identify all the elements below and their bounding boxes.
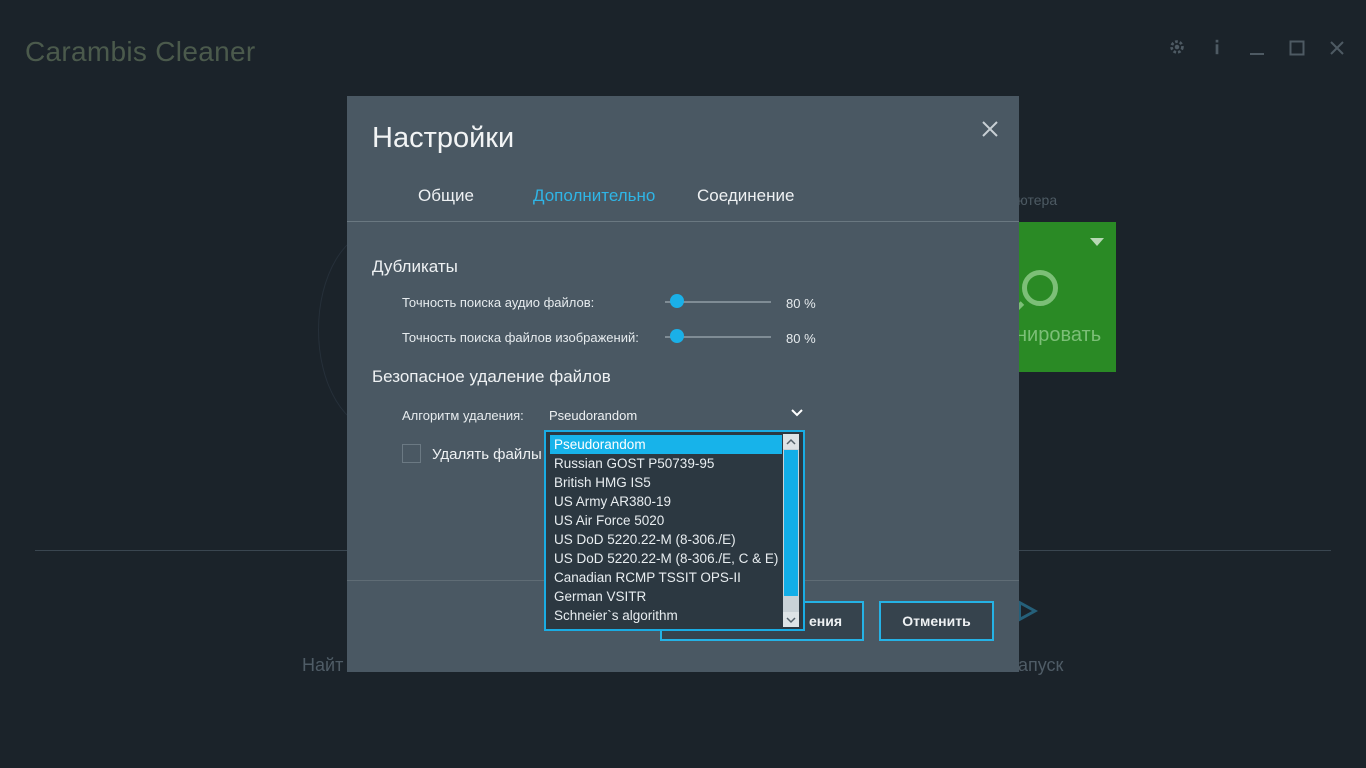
cancel-button-label: Отменить [902, 613, 971, 629]
close-icon[interactable] [981, 114, 999, 145]
delete-files-checkbox[interactable] [402, 444, 421, 463]
scrollbar-thumb[interactable] [784, 450, 798, 596]
save-button-label: ения [808, 613, 842, 629]
cancel-button[interactable]: Отменить [879, 601, 994, 641]
dropdown-option[interactable]: German VSITR [550, 587, 782, 606]
dropdown-option[interactable]: British HMG IS5 [550, 473, 782, 492]
audio-accuracy-label: Точность поиска аудио файлов: [402, 295, 595, 310]
tab-bar: Общие Дополнительно Соединение [347, 184, 1019, 222]
algorithm-select-value: Pseudorandom [549, 408, 638, 423]
tab-general[interactable]: Общие [418, 186, 474, 206]
image-accuracy-label: Точность поиска файлов изображений: [402, 330, 639, 345]
audio-accuracy-slider[interactable] [665, 294, 771, 310]
dropdown-option[interactable]: US DoD 5220.22-M (8-306./E, C & E) [550, 549, 782, 568]
maximize-icon[interactable] [1286, 39, 1308, 62]
chevron-down-icon[interactable] [1090, 238, 1104, 246]
slider-thumb[interactable] [670, 294, 685, 308]
dropdown-options: Pseudorandom Russian GOST P50739-95 Brit… [550, 435, 782, 625]
dialog-title: Настройки [372, 122, 515, 154]
scroll-up-icon[interactable] [783, 434, 799, 449]
background-bottom-left-text: Найт [302, 655, 344, 675]
dropdown-option[interactable]: Canadian RCMP TSSIT OPS-II [550, 568, 782, 587]
dropdown-option[interactable]: Russian GOST P50739-95 [550, 454, 782, 473]
chevron-down-icon[interactable] [789, 405, 805, 421]
window-controls [1166, 38, 1348, 62]
dropdown-option[interactable]: US Army AR380-19 [550, 492, 782, 511]
algorithm-label: Алгоритм удаления: [402, 408, 524, 423]
tab-advanced[interactable]: Дополнительно [533, 186, 655, 206]
tab-connection[interactable]: Соединение [697, 186, 794, 206]
slider-thumb[interactable] [670, 329, 685, 343]
scan-tile[interactable]: нировать [1010, 222, 1116, 372]
minimize-icon[interactable] [1246, 39, 1268, 62]
delete-files-checkbox-label: Удалять файлы б [432, 446, 555, 463]
scan-tile-label: нировать [1016, 324, 1102, 346]
algorithm-dropdown-list: Pseudorandom Russian GOST P50739-95 Brit… [544, 430, 805, 631]
play-icon [1018, 600, 1038, 622]
secure-delete-section-title: Безопасное удаление файлов [372, 367, 611, 386]
image-accuracy-slider[interactable] [665, 329, 771, 345]
algorithm-select[interactable]: Pseudorandom [543, 404, 807, 428]
dropdown-option[interactable]: US DoD 5220.22-M (8-306./E) [550, 530, 782, 549]
dropdown-scrollbar[interactable] [783, 434, 799, 627]
search-icon [1022, 270, 1058, 306]
dropdown-option[interactable]: Schneier`s algorithm [550, 606, 782, 625]
close-icon[interactable] [1326, 39, 1348, 62]
dropdown-option[interactable]: Pseudorandom [550, 435, 782, 454]
audio-accuracy-value: 80 % [786, 296, 816, 311]
app-title: Carambis Cleaner [25, 36, 256, 67]
info-icon[interactable] [1206, 38, 1228, 62]
gear-icon[interactable] [1166, 38, 1188, 62]
duplicates-section-title: Дубликаты [372, 257, 458, 276]
dropdown-option[interactable]: US Air Force 5020 [550, 511, 782, 530]
image-accuracy-value: 80 % [786, 331, 816, 346]
background-bottom-right-text: апуск [1018, 655, 1064, 675]
scroll-down-icon[interactable] [783, 612, 799, 627]
